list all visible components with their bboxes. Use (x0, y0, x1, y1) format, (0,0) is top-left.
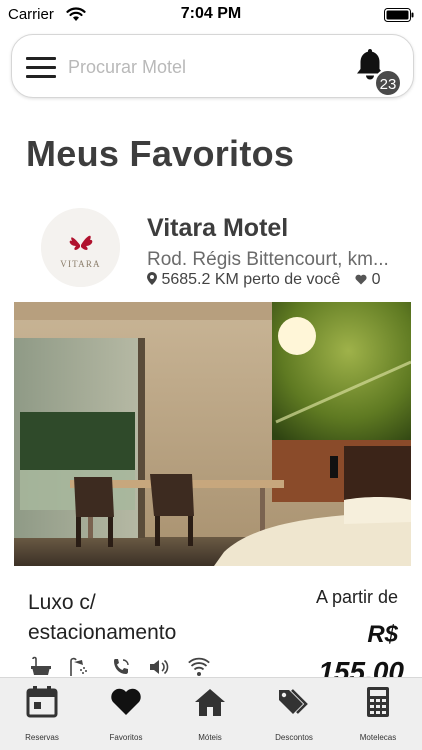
status-bar: Carrier 7:04 PM (0, 0, 422, 30)
tab-label: Favoritos (109, 733, 143, 742)
search-input[interactable] (68, 49, 338, 85)
motel-likes: 0 (371, 271, 381, 288)
heart-outline-icon[interactable] (355, 274, 367, 285)
bathtub-icon (31, 656, 51, 675)
search-bar: 23 (11, 34, 414, 98)
tab-label: Reservas (25, 733, 59, 742)
room-photo[interactable] (14, 302, 411, 566)
menu-icon[interactable] (26, 57, 56, 79)
tab-label: Motelecas (359, 733, 397, 742)
tab-label: Descontos (275, 733, 313, 742)
tab-moteis[interactable]: Móteis (168, 678, 252, 750)
calendar-icon (26, 686, 58, 718)
motel-meta: 5685.2 KM perto de você 0 (147, 271, 381, 289)
tab-reservas[interactable]: Reservas (0, 678, 84, 750)
tab-bar: Reservas Favoritos Móteis Descontos Mote… (0, 677, 422, 750)
room-name: Luxo c/ estacionamento (28, 591, 177, 644)
notifications-button[interactable]: 23 (349, 47, 405, 97)
page-title: Meus Favoritos (26, 133, 295, 174)
motel-name: Vitara Motel (147, 214, 289, 242)
phone-icon (114, 659, 129, 674)
location-pin-icon (147, 272, 157, 285)
price-currency: R$ (367, 621, 398, 648)
calculator-icon (367, 687, 389, 717)
motel-distance: 5685.2 KM perto de você (161, 271, 341, 288)
tab-favoritos[interactable]: Favoritos (84, 678, 168, 750)
tab-label: Móteis (198, 733, 222, 742)
home-icon (195, 689, 225, 716)
price-prefix: A partir de (315, 587, 398, 607)
motel-logo: VITARA (41, 208, 120, 287)
wifi-icon (188, 657, 210, 676)
shower-icon (70, 657, 87, 676)
notification-count-badge: 23 (374, 69, 402, 97)
speaker-icon (150, 659, 169, 675)
motel-address: Rod. Régis Bittencourt, km... (147, 249, 389, 270)
tags-icon (279, 689, 308, 714)
battery-icon (384, 8, 414, 22)
tab-motelecas[interactable]: Motelecas (336, 678, 420, 750)
status-time: 7:04 PM (180, 5, 242, 22)
heart-icon (111, 688, 141, 715)
logo-wordmark: VITARA (60, 259, 100, 269)
tab-descontos[interactable]: Descontos (252, 678, 336, 750)
